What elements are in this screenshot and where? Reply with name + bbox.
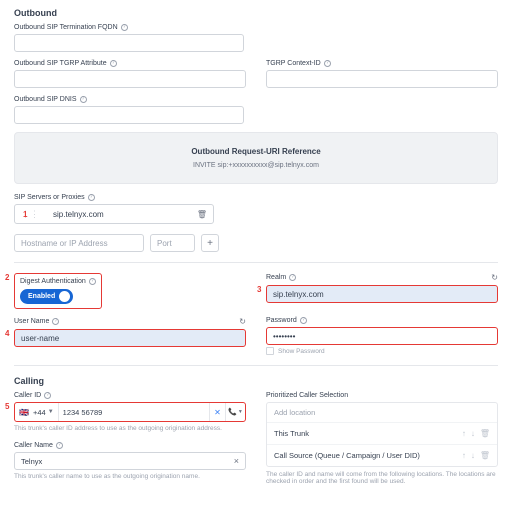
caller-name-help: This trunk's caller name to use as the o… [14, 473, 246, 480]
fqdn-input[interactable] [14, 34, 244, 52]
username-label: User Name ? [14, 318, 59, 325]
caller-id-label: Caller ID ? [14, 392, 246, 399]
phone-dropdown-button[interactable]: 📞 ▼ [225, 403, 245, 421]
chevron-down-icon[interactable]: ▼ [48, 409, 58, 415]
digest-auth-toggle[interactable]: Enabled [20, 289, 73, 304]
flag-icon[interactable]: 🇬🇧 [15, 408, 33, 417]
help-icon[interactable]: ? [110, 60, 117, 67]
refresh-icon[interactable]: ↻ [239, 317, 246, 326]
ref-title: Outbound Request-URI Reference [25, 147, 487, 156]
sip-servers-label: SIP Servers or Proxies ? [14, 194, 498, 201]
annotation-3: 3 [257, 285, 261, 294]
list-item[interactable]: Call Source (Queue / Campaign / User DID… [267, 444, 497, 466]
toggle-knob [59, 291, 70, 302]
realm-label: Realm ? [266, 274, 296, 281]
dnis-label: Outbound SIP DNIS ? [14, 96, 498, 103]
calling-heading: Calling [14, 376, 498, 386]
prioritized-label: Prioritized Caller Selection [266, 392, 498, 399]
prioritized-list: Add location This Trunk ↑ ↓ 🗑 Call Sourc… [266, 402, 498, 467]
port-input[interactable] [150, 234, 195, 252]
arrow-down-icon[interactable]: ↓ [471, 429, 475, 438]
trash-icon[interactable]: 🗑 [480, 429, 490, 438]
tgrp-context-input[interactable] [266, 70, 498, 88]
country-code: +44 [33, 408, 48, 417]
caller-id-help: This trunk's caller ID address to use as… [14, 425, 246, 432]
sip-entry[interactable]: ⋮⋮ 1 sip.telnyx.com 🗑 [14, 204, 214, 224]
fqdn-label: Outbound SIP Termination FQDN ? [14, 24, 498, 31]
list-item[interactable]: This Trunk ↑ ↓ 🗑 [267, 422, 497, 444]
caller-name-input[interactable]: Telnyx × [14, 452, 246, 470]
caller-id-number[interactable]: 1234 56789 [58, 403, 209, 421]
tgrp-label: Outbound SIP TGRP Attribute ? [14, 60, 246, 67]
help-icon[interactable]: ? [324, 60, 331, 67]
password-input[interactable] [266, 327, 498, 345]
help-icon[interactable]: ? [300, 317, 307, 324]
sip-value: sip.telnyx.com [45, 210, 191, 219]
hostname-input[interactable] [14, 234, 144, 252]
prioritized-help: The caller ID and name will come from th… [266, 471, 498, 485]
refresh-icon[interactable]: ↻ [491, 273, 498, 282]
ref-body: INVITE sip:+xxxxxxxxxx@sip.telnyx.com [25, 162, 487, 169]
add-server-button[interactable]: + [201, 234, 219, 252]
help-icon[interactable]: ? [80, 96, 87, 103]
annotation-4: 4 [5, 329, 9, 338]
caller-id-input[interactable]: 🇬🇧 +44 ▼ 1234 56789 ✕ 📞 ▼ [14, 402, 246, 422]
trash-icon[interactable]: 🗑 [480, 451, 490, 460]
help-icon[interactable]: ? [89, 278, 96, 285]
annotation-5: 5 [5, 402, 9, 411]
help-icon[interactable]: ? [289, 274, 296, 281]
show-password-checkbox[interactable] [266, 347, 274, 355]
tgrp-input[interactable] [14, 70, 246, 88]
arrow-down-icon[interactable]: ↓ [471, 451, 475, 460]
dnis-input[interactable] [14, 106, 244, 124]
username-input[interactable] [14, 329, 246, 347]
trash-icon[interactable]: 🗑 [197, 210, 207, 219]
realm-input[interactable] [266, 285, 498, 303]
help-icon[interactable]: ? [52, 318, 59, 325]
help-icon[interactable]: ? [88, 194, 95, 201]
caller-name-label: Caller Name ? [14, 442, 246, 449]
annotation-2: 2 [5, 273, 9, 282]
outbound-heading: Outbound [14, 8, 498, 18]
arrow-up-icon[interactable]: ↑ [462, 451, 466, 460]
arrow-up-icon[interactable]: ↑ [462, 429, 466, 438]
help-icon[interactable]: ? [56, 442, 63, 449]
tgrp-context-label: TGRP Context-ID ? [266, 60, 498, 67]
show-password-row[interactable]: Show Password [266, 347, 498, 355]
help-icon[interactable]: ? [121, 24, 128, 31]
digest-auth-label: Digest Authentication ? [20, 278, 96, 285]
digest-auth-group: Digest Authentication ? Enabled [14, 273, 102, 309]
clear-icon[interactable]: × [234, 456, 239, 466]
help-icon[interactable]: ? [44, 392, 51, 399]
annotation-1: 1 [23, 210, 27, 219]
clear-icon[interactable]: ✕ [209, 403, 225, 421]
add-location-button[interactable]: Add location [267, 403, 497, 422]
password-label: Password ? [266, 317, 498, 324]
request-uri-reference: Outbound Request-URI Reference INVITE si… [14, 132, 498, 184]
